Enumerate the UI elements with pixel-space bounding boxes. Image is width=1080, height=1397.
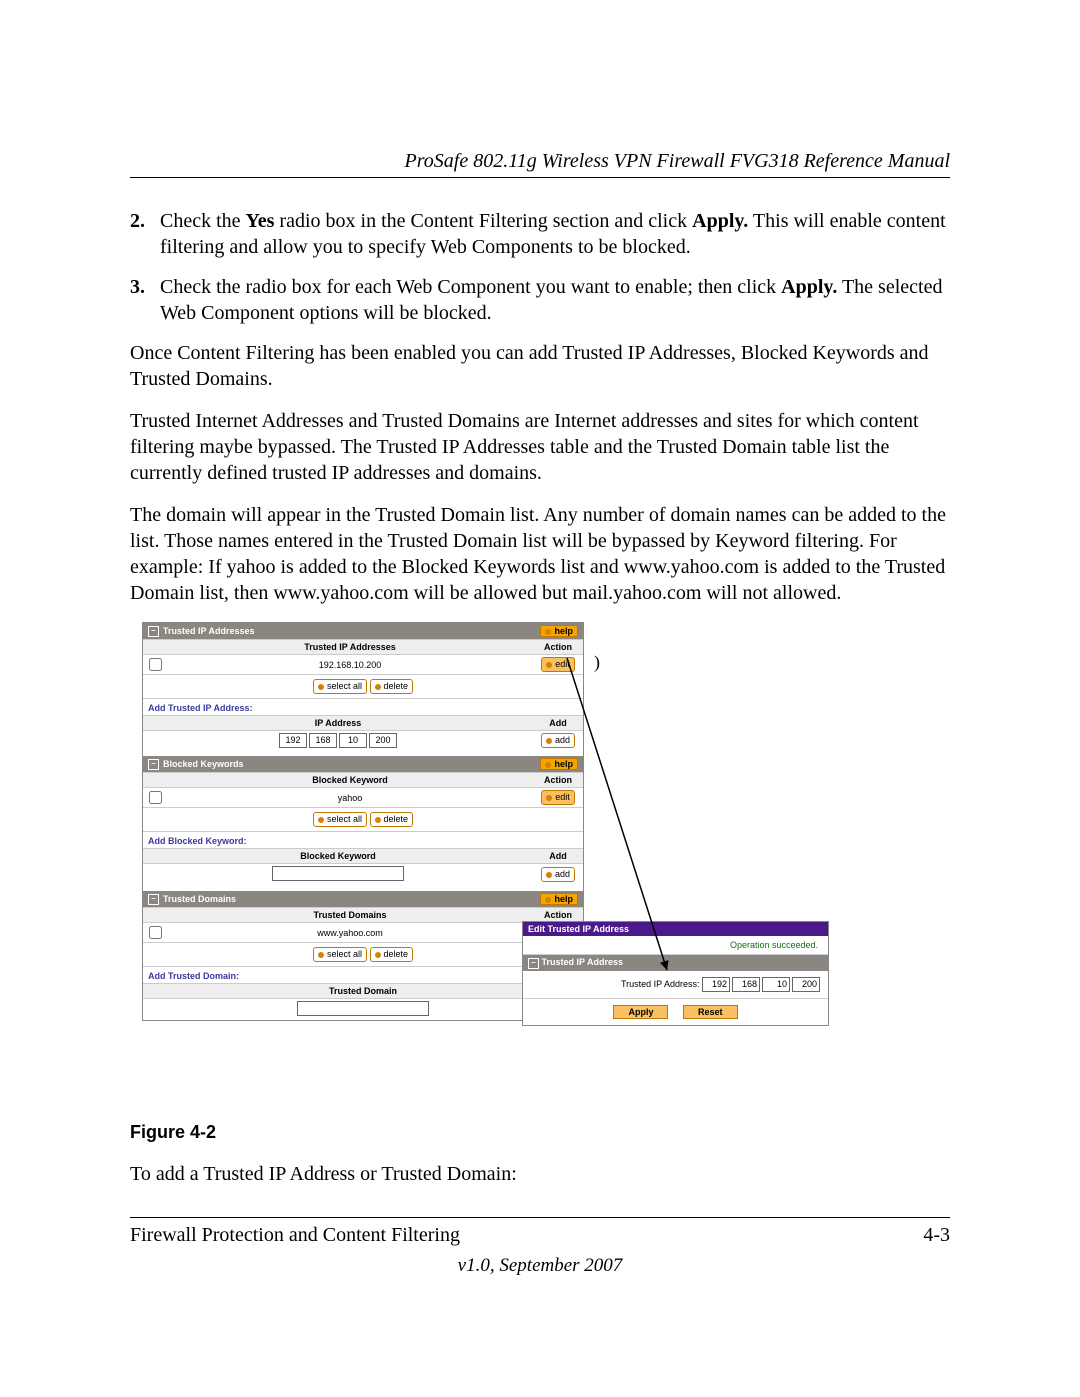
delete-button[interactable]: delete: [370, 812, 414, 827]
config-panel: –Trusted IP Addresses help Trusted IP Ad…: [142, 622, 584, 1021]
add-trusted-domain-label: Add Trusted Domain:: [143, 966, 583, 983]
help-button[interactable]: help: [540, 893, 578, 905]
section-blocked-keywords-header: –Blocked Keywords help: [143, 756, 583, 772]
add-button[interactable]: add: [541, 867, 575, 882]
collapse-icon[interactable]: –: [148, 626, 159, 637]
add-button[interactable]: add: [541, 733, 575, 748]
step-body: Check the Yes radio box in the Content F…: [160, 208, 950, 260]
step-list: 2. Check the Yes radio box in the Conten…: [130, 208, 950, 326]
collapse-icon[interactable]: –: [148, 894, 159, 905]
edit-button[interactable]: edit: [541, 657, 575, 672]
col-header-domain: Trusted Domains: [167, 908, 533, 922]
section-title: Trusted Domains: [163, 894, 236, 904]
select-all-button[interactable]: select all: [313, 947, 367, 962]
col-header-ip-address: IP Address: [143, 716, 533, 730]
ip-value: 192.168.10.200: [167, 658, 533, 672]
footer-version: v1.0, September 2007: [130, 1255, 950, 1277]
row-checkbox[interactable]: [149, 658, 162, 671]
trusted-domain-row: www.yahoo.com edit: [143, 922, 583, 942]
section-title: Blocked Keywords: [163, 759, 244, 769]
col-header-action: Action: [533, 909, 583, 921]
blocked-keyword-row: yahoo edit: [143, 787, 583, 807]
reset-button[interactable]: Reset: [683, 1005, 738, 1019]
section-trusted-domains-header: –Trusted Domains help: [143, 891, 583, 907]
page-header: ProSafe 802.11g Wireless VPN Firewall FV…: [130, 150, 950, 178]
dialog-title: Edit Trusted IP Address: [523, 922, 828, 936]
paragraph: To add a Trusted IP Address or Trusted D…: [130, 1161, 950, 1187]
step-body: Check the radio box for each Web Compone…: [160, 274, 950, 326]
add-blocked-keyword-label: Add Blocked Keyword:: [143, 831, 583, 848]
step-2: 2. Check the Yes radio box in the Conten…: [130, 208, 950, 260]
paragraph: Trusted Internet Addresses and Trusted D…: [130, 408, 950, 486]
select-all-button[interactable]: select all: [313, 812, 367, 827]
step-number: 3.: [130, 274, 160, 326]
step-number: 2.: [130, 208, 160, 260]
help-button[interactable]: help: [540, 758, 578, 770]
delete-button[interactable]: delete: [370, 679, 414, 694]
ip-input[interactable]: 19216810200: [279, 733, 397, 748]
edit-button[interactable]: edit: [541, 790, 575, 805]
row-checkbox[interactable]: [149, 926, 162, 939]
help-button[interactable]: help: [540, 625, 578, 637]
col-header-action: Action: [533, 641, 583, 653]
figure-label: Figure 4-2: [130, 1122, 950, 1143]
col-header-keyword: Blocked Keyword: [143, 849, 533, 863]
col-header-ip: Trusted IP Addresses: [167, 640, 533, 654]
keyword-input[interactable]: [272, 866, 404, 881]
stray-paren: ): [594, 652, 600, 673]
section-trusted-ip-header: –Trusted IP Addresses help: [143, 623, 583, 639]
embedded-screenshot: ) –Trusted IP Addresses help Trusted IP …: [142, 622, 950, 1021]
paragraph: Once Content Filtering has been enabled …: [130, 340, 950, 392]
trusted-ip-row: 192.168.10.200 edit: [143, 654, 583, 674]
collapse-icon[interactable]: –: [148, 759, 159, 770]
footer-section: Firewall Protection and Content Filterin…: [130, 1224, 460, 1247]
collapse-icon[interactable]: –: [528, 958, 539, 969]
page-footer: Firewall Protection and Content Filterin…: [130, 1217, 950, 1247]
footer-page-number: 4-3: [923, 1224, 950, 1247]
step-3: 3. Check the radio box for each Web Comp…: [130, 274, 950, 326]
col-header-action: Action: [533, 774, 583, 786]
dialog-ip-input[interactable]: 19216810200: [702, 977, 820, 992]
select-all-button[interactable]: select all: [313, 679, 367, 694]
col-header-keyword: Blocked Keyword: [167, 773, 533, 787]
domain-value: www.yahoo.com: [167, 926, 533, 940]
paragraph: The domain will appear in the Trusted Do…: [130, 502, 950, 606]
keyword-value: yahoo: [167, 791, 533, 805]
add-trusted-ip-label: Add Trusted IP Address:: [143, 698, 583, 715]
col-header-domain: Trusted Domain: [143, 984, 583, 998]
section-title: Trusted IP Addresses: [163, 626, 255, 636]
dialog-status-msg: Operation succeeded.: [523, 936, 828, 955]
dialog-section-header: – Trusted IP Address: [523, 955, 828, 971]
col-header-add: Add: [533, 850, 583, 862]
delete-button[interactable]: delete: [370, 947, 414, 962]
edit-ip-dialog: Edit Trusted IP Address Operation succee…: [522, 921, 829, 1026]
domain-input[interactable]: [297, 1001, 429, 1016]
row-checkbox[interactable]: [149, 791, 162, 804]
col-header-add: Add: [533, 717, 583, 729]
dialog-ip-label: Trusted IP Address:: [621, 979, 700, 989]
apply-button[interactable]: Apply: [613, 1005, 668, 1019]
